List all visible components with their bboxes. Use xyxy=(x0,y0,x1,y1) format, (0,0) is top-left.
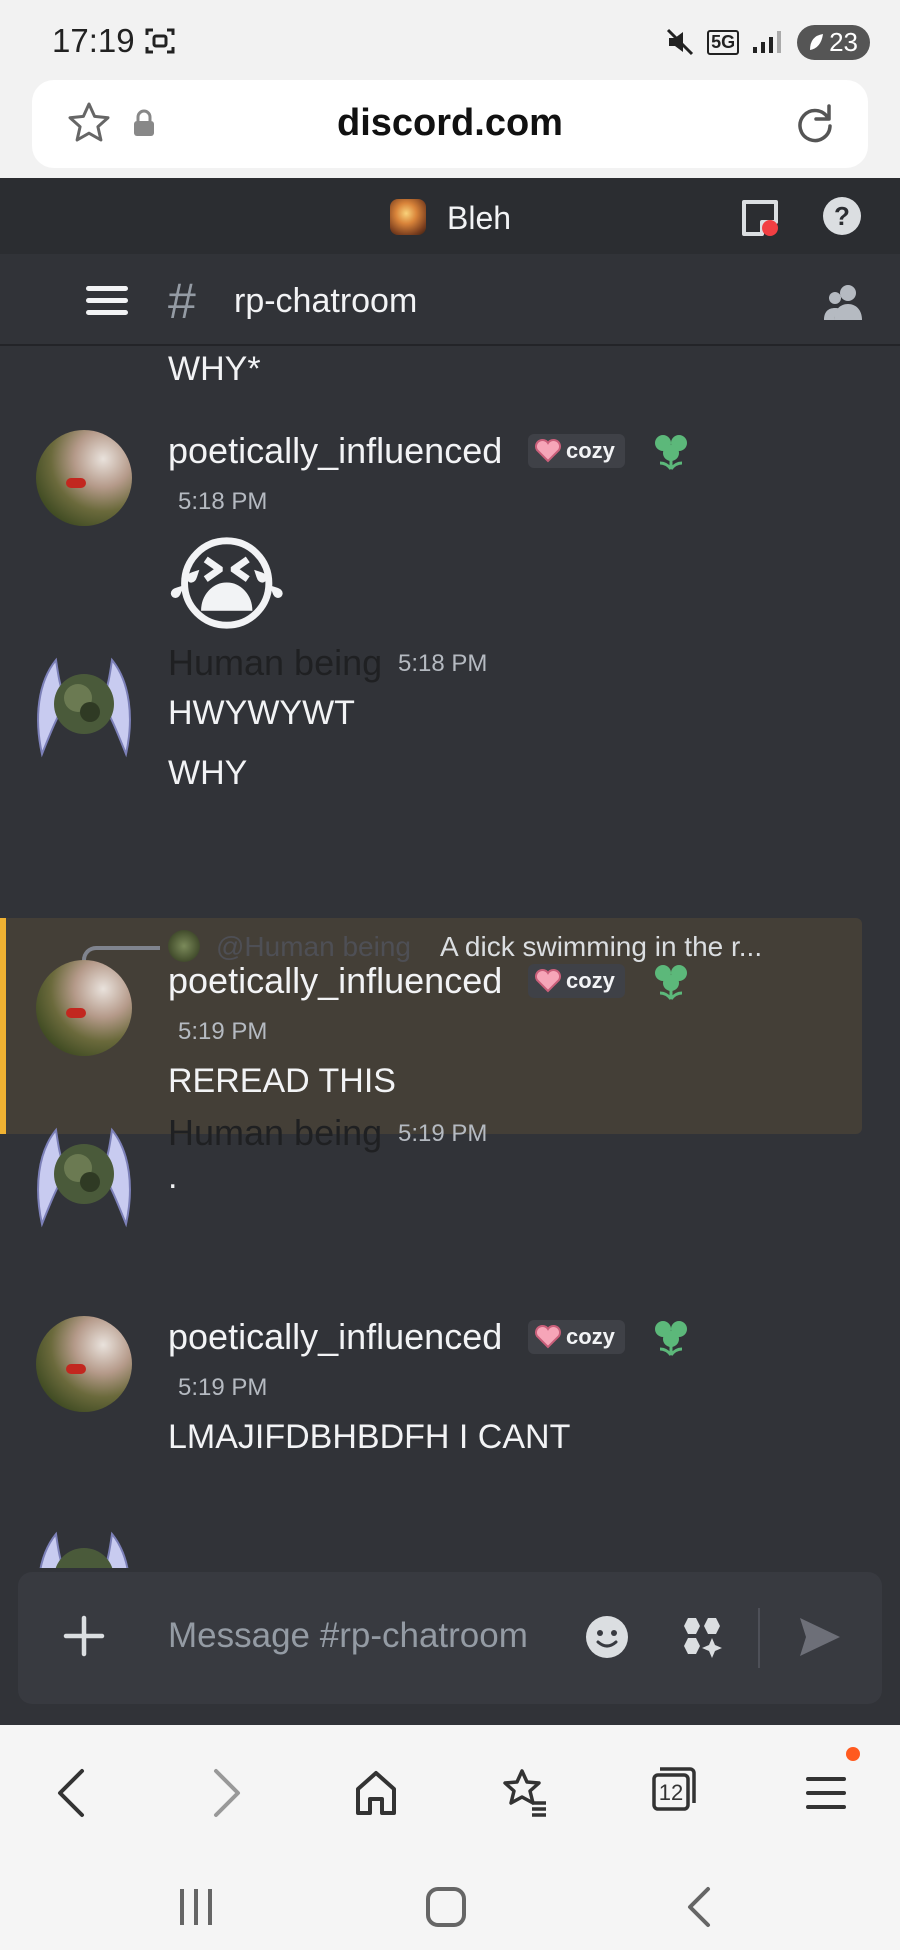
tag-label: cozy xyxy=(566,1324,615,1349)
timestamp: 5:19 PM xyxy=(398,1120,488,1147)
heart-icon xyxy=(534,439,562,463)
heart-icon xyxy=(534,969,562,993)
message-list[interactable]: WHY* poetically_influenced cozy 5:18 PM … xyxy=(0,346,900,1725)
notification-dot xyxy=(846,1747,860,1761)
message-line: HWYWYWT xyxy=(168,694,355,732)
user-avatar[interactable] xyxy=(36,430,132,526)
user-avatar[interactable] xyxy=(36,960,132,1056)
mute-icon xyxy=(667,28,694,56)
timestamp: 5:19 PM xyxy=(178,1018,268,1045)
clover-icon xyxy=(655,1321,687,1356)
reply-snippet[interactable]: A dick swimming in the r... xyxy=(440,931,762,963)
username[interactable]: poetically_influenced xyxy=(168,1316,502,1358)
message-line: WHY xyxy=(168,754,248,792)
heart-icon xyxy=(534,1325,562,1349)
send-icon[interactable] xyxy=(796,1614,844,1660)
discord-app: Bleh ? # rp-chatroom WHY* poetically_inf… xyxy=(0,178,900,1725)
screenshot-icon xyxy=(145,28,175,54)
message-content: . xyxy=(168,1158,178,1196)
channel-name[interactable]: rp-chatroom xyxy=(234,282,417,321)
apps-icon[interactable] xyxy=(678,1612,726,1660)
username[interactable]: poetically_influenced xyxy=(168,430,502,472)
tag-label: cozy xyxy=(566,968,615,993)
signal-icon xyxy=(753,31,782,53)
channel-hash-icon: # xyxy=(168,273,196,329)
message-content: LMAJIFDBHBDFH I CANT xyxy=(168,1418,571,1456)
reload-icon[interactable] xyxy=(792,100,838,146)
message-composer[interactable]: Message #rp-chatroom xyxy=(18,1572,882,1704)
system-nav-bar xyxy=(0,1863,900,1950)
menu-icon[interactable] xyxy=(804,1765,848,1821)
battery-level: 23 xyxy=(829,26,858,57)
back-icon[interactable] xyxy=(52,1765,92,1821)
user-tag: cozy xyxy=(528,964,625,998)
channel-header: # rp-chatroom xyxy=(0,254,900,346)
battery-saver-icon xyxy=(810,34,824,50)
emoji-icon[interactable] xyxy=(584,1614,630,1660)
username[interactable]: Human being xyxy=(168,642,382,684)
url-text[interactable]: discord.com xyxy=(32,102,868,145)
forward-icon[interactable] xyxy=(206,1765,246,1821)
status-bar: 17:19 5G 23 xyxy=(0,0,900,80)
clover-icon xyxy=(655,965,687,1000)
message-input[interactable]: Message #rp-chatroom xyxy=(168,1616,528,1656)
message-content: REREAD THIS xyxy=(168,1062,396,1100)
home-button-icon[interactable] xyxy=(424,1885,468,1929)
hamburger-menu-icon[interactable] xyxy=(86,284,128,318)
server-header: Bleh ? xyxy=(0,178,900,254)
username[interactable]: Human being xyxy=(168,1112,382,1154)
composer-divider xyxy=(758,1608,760,1668)
user-tag: cozy xyxy=(528,1320,625,1354)
timestamp: 5:19 PM xyxy=(178,1374,268,1401)
tab-count: 12 xyxy=(658,1780,684,1805)
browser-toolbar: discord.com xyxy=(0,80,900,178)
member-list-icon[interactable] xyxy=(822,282,864,322)
composer-area: Message #rp-chatroom xyxy=(0,1568,900,1725)
browser-bottom-nav: 12 xyxy=(0,1725,900,1863)
clover-icon xyxy=(655,435,687,470)
svg-text:?: ? xyxy=(834,201,850,231)
timestamp: 5:18 PM xyxy=(178,488,268,515)
home-icon[interactable] xyxy=(352,1765,400,1821)
message-content: WHY* xyxy=(168,350,261,388)
plus-icon[interactable] xyxy=(60,1612,108,1660)
help-icon[interactable]: ? xyxy=(822,196,862,236)
user-avatar[interactable] xyxy=(28,648,140,760)
user-avatar[interactable] xyxy=(28,1118,140,1230)
user-tag: cozy xyxy=(528,434,625,468)
reply-mention[interactable]: @Human being xyxy=(216,931,411,963)
timestamp: 5:18 PM xyxy=(398,650,488,677)
tabs-button[interactable]: 12 xyxy=(650,1765,698,1813)
server-name[interactable]: Bleh xyxy=(447,200,511,237)
emoji-message: 😭 xyxy=(166,528,288,644)
user-avatar[interactable] xyxy=(36,1316,132,1412)
inbox-icon[interactable] xyxy=(740,198,782,238)
url-bar[interactable]: discord.com xyxy=(32,80,868,168)
server-icon[interactable] xyxy=(390,199,426,235)
system-back-icon[interactable] xyxy=(678,1885,722,1929)
username[interactable]: poetically_influenced xyxy=(168,960,502,1002)
recent-apps-icon[interactable] xyxy=(174,1885,218,1929)
bookmarks-icon[interactable] xyxy=(498,1765,550,1821)
network-label: 5G xyxy=(707,29,740,55)
reply-avatar xyxy=(168,930,200,962)
battery-indicator: 23 xyxy=(797,24,870,60)
tag-label: cozy xyxy=(566,438,615,463)
status-time: 17:19 xyxy=(52,22,135,59)
